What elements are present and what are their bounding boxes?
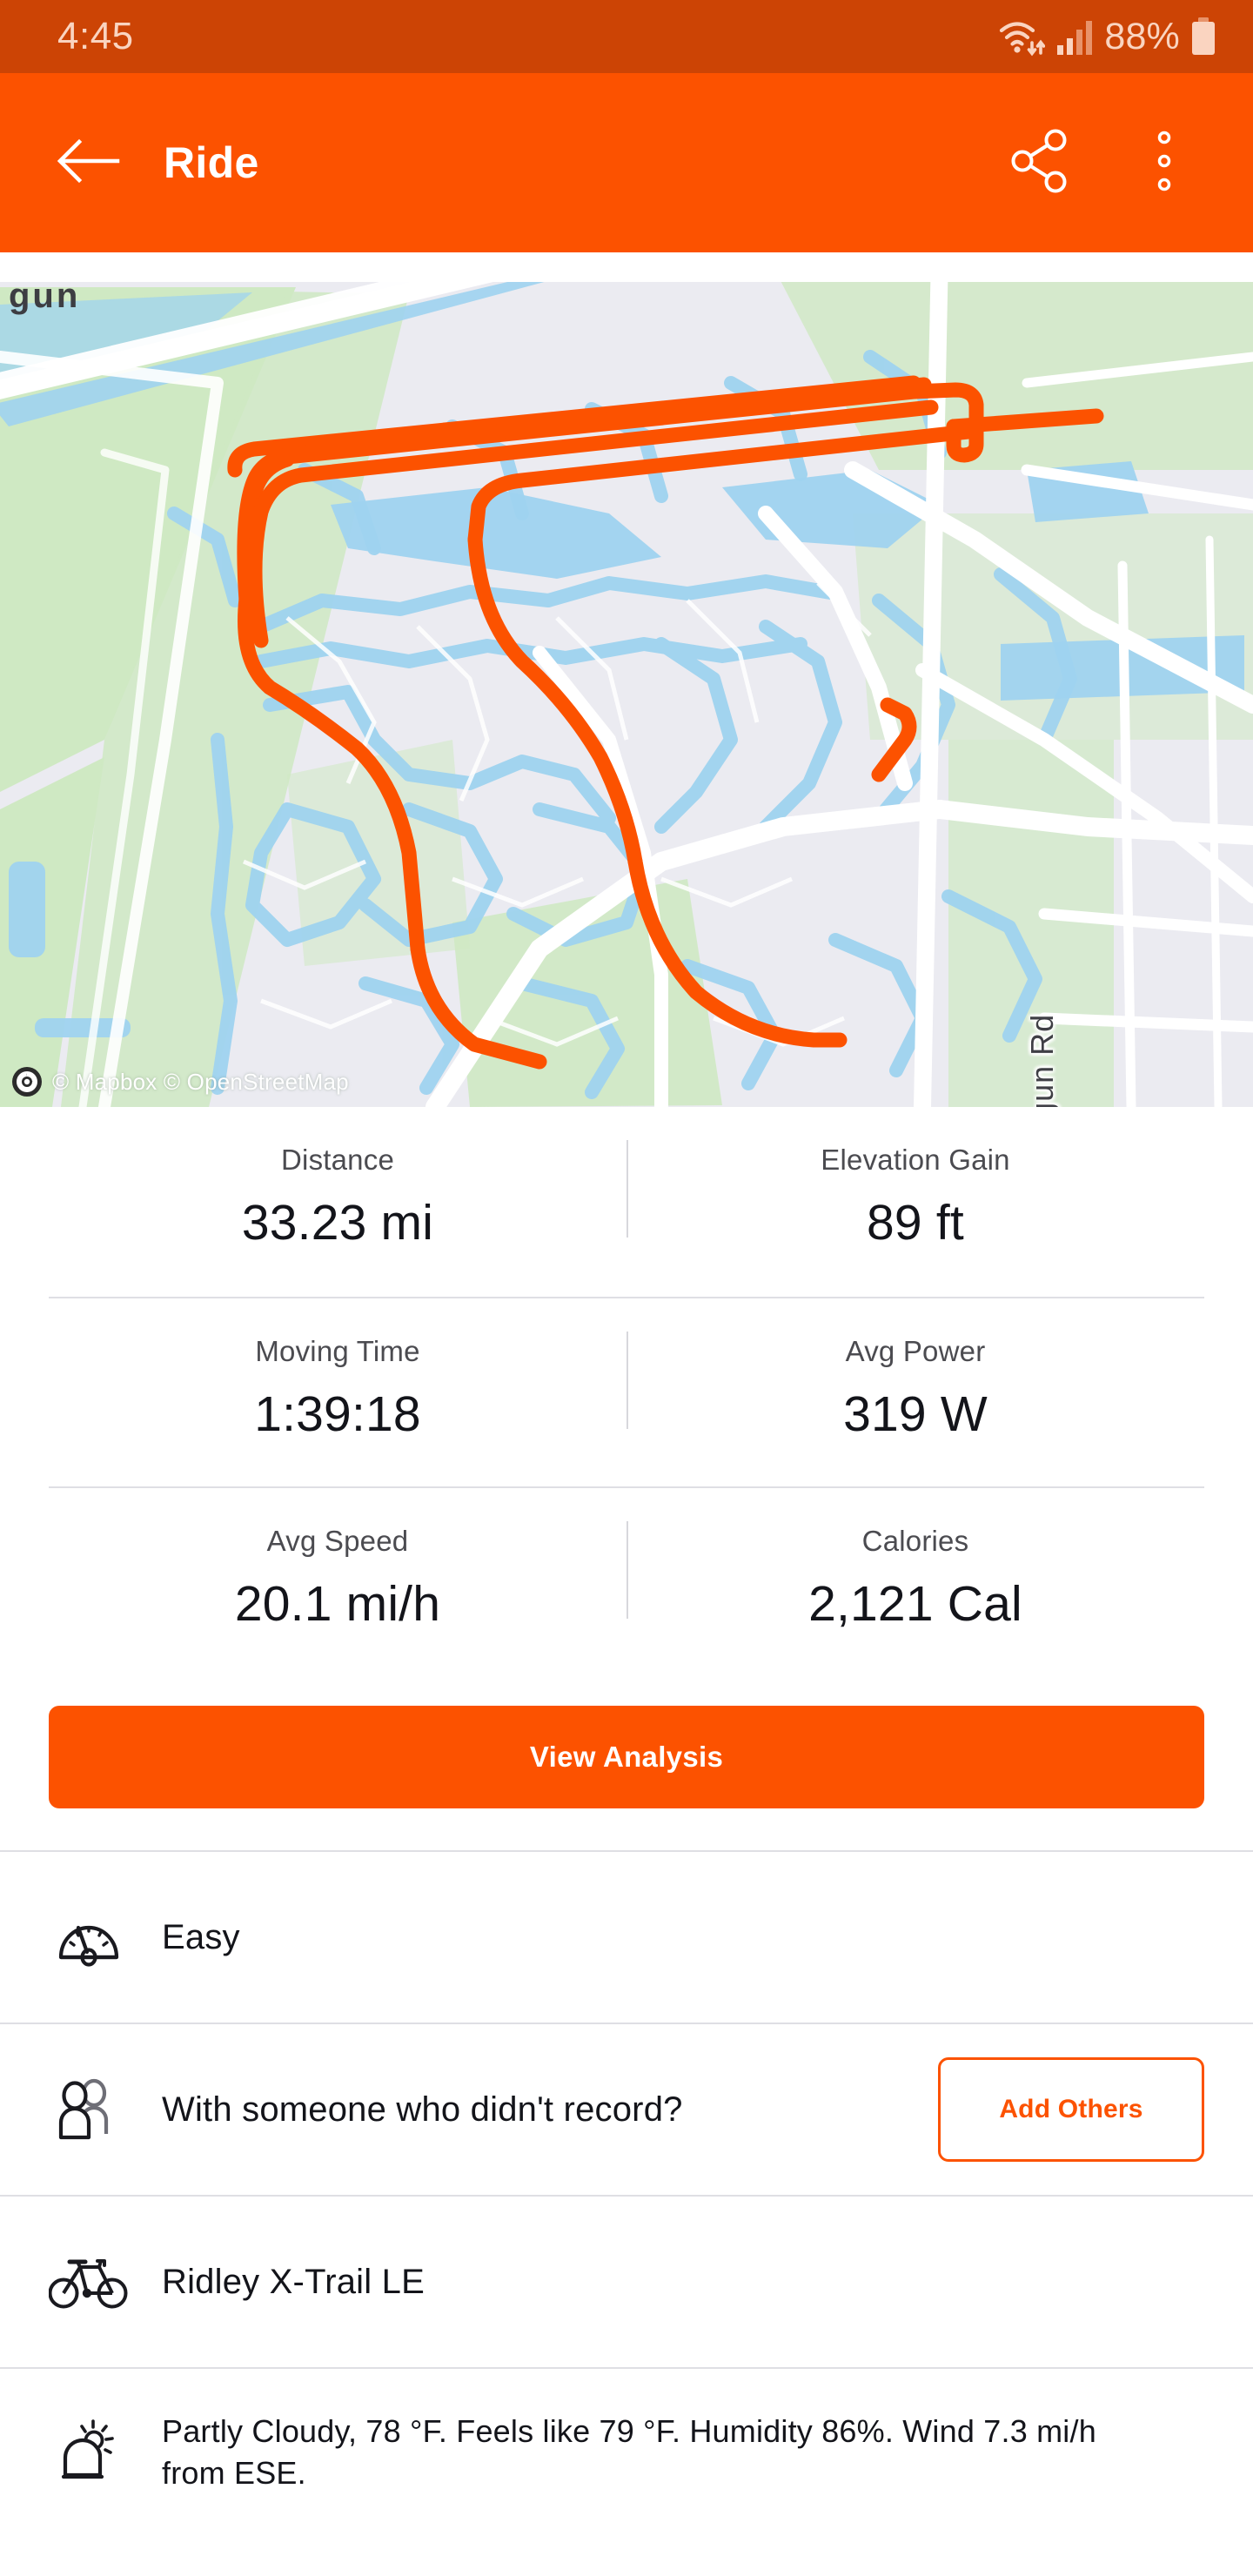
stats-row: Distance 33.23 mi Elevation Gain 89 ft xyxy=(49,1107,1204,1297)
stat-label: Avg Power xyxy=(845,1335,986,1367)
share-button[interactable] xyxy=(1004,126,1077,199)
stats-row: Moving Time 1:39:18 Avg Power 319 W xyxy=(49,1297,1204,1486)
stat-label: Avg Speed xyxy=(266,1525,409,1557)
map-attribution-text: © Mapbox © OpenStreetMap xyxy=(52,1068,349,1095)
stat-label: Distance xyxy=(281,1144,394,1176)
mapbox-logo-icon xyxy=(10,1065,44,1098)
stats-grid: Distance 33.23 mi Elevation Gain 89 ft M… xyxy=(0,1107,1253,1676)
stat-value: 33.23 mi xyxy=(241,1195,434,1251)
route-map[interactable]: gun WESTON S Post ture Blvd Shotgun Rd ©… xyxy=(0,252,1253,1107)
weather-label: Partly Cloudy, 78 °F. Feels like 79 °F. … xyxy=(162,2413,1096,2491)
gauge-icon xyxy=(49,1907,129,1968)
detail-rows: Easy With someone who didn't record? Add… xyxy=(0,1850,1253,2576)
stat-moving-time: Moving Time 1:39:18 xyxy=(49,1298,626,1486)
stat-label: Calories xyxy=(861,1525,969,1557)
ride-detail-screen: 4:45 88% Ride gun Shotgun Rd © Mapbox © … xyxy=(0,0,1253,2576)
more-vertical-icon xyxy=(1156,128,1173,198)
add-others-button[interactable]: Add Others xyxy=(938,2057,1204,2162)
back-button[interactable] xyxy=(47,121,131,205)
battery-percent-label: 88% xyxy=(1104,15,1180,57)
partly-cloudy-icon xyxy=(49,2411,129,2484)
stat-divider xyxy=(626,1521,628,1619)
map-top-mask xyxy=(0,252,1253,282)
cellular-signal-icon xyxy=(1055,17,1094,57)
page-title: Ride xyxy=(164,138,259,187)
battery-icon xyxy=(1190,17,1216,57)
stat-value: 20.1 mi/h xyxy=(234,1576,441,1632)
back-arrow-icon xyxy=(57,137,121,190)
stat-divider xyxy=(626,1140,628,1238)
stat-elevation-gain: Elevation Gain 89 ft xyxy=(626,1107,1204,1297)
stat-value: 1:39:18 xyxy=(254,1386,421,1442)
status-time: 4:45 xyxy=(57,15,134,57)
gear-row[interactable]: Ridley X-Trail LE xyxy=(0,2195,1253,2367)
stats-row: Avg Speed 20.1 mi/h Calories 2,121 Cal xyxy=(49,1486,1204,1676)
wifi-icon xyxy=(998,17,1046,57)
map-attribution[interactable]: © Mapbox © OpenStreetMap xyxy=(10,1065,349,1098)
status-icons: 88% xyxy=(998,16,1216,58)
status-bar: 4:45 88% xyxy=(0,0,1253,73)
bicycle-icon xyxy=(49,2253,129,2311)
stat-value: 89 ft xyxy=(867,1195,964,1251)
app-bar: Ride xyxy=(0,73,1253,252)
perceived-exertion-label: Easy xyxy=(162,1917,240,1956)
view-analysis-container: View Analysis xyxy=(0,1676,1253,1850)
stat-distance: Distance 33.23 mi xyxy=(49,1107,626,1297)
stat-divider xyxy=(626,1332,628,1429)
people-icon xyxy=(49,2078,129,2141)
stat-value: 2,121 Cal xyxy=(808,1576,1022,1632)
stat-label: Elevation Gain xyxy=(821,1144,1010,1176)
more-options-button[interactable] xyxy=(1128,126,1201,199)
add-others-label: With someone who didn't record? xyxy=(162,2090,683,2129)
add-others-row[interactable]: With someone who didn't record? Add Othe… xyxy=(0,2023,1253,2195)
gear-label: Ridley X-Trail LE xyxy=(162,2262,425,2301)
stat-calories: Calories 2,121 Cal xyxy=(626,1488,1204,1676)
perceived-exertion-row[interactable]: Easy xyxy=(0,1850,1253,2023)
stat-value: 319 W xyxy=(843,1386,988,1442)
stat-label: Moving Time xyxy=(255,1335,420,1367)
share-icon xyxy=(1010,128,1071,198)
stat-avg-speed: Avg Speed 20.1 mi/h xyxy=(49,1488,626,1676)
view-analysis-button[interactable]: View Analysis xyxy=(49,1706,1204,1808)
map-canvas xyxy=(0,252,1253,1107)
weather-row[interactable]: Partly Cloudy, 78 °F. Feels like 79 °F. … xyxy=(0,2367,1253,2550)
app-bar-actions xyxy=(1004,126,1201,199)
map-clipped-label: gun xyxy=(9,277,81,315)
stat-avg-power: Avg Power 319 W xyxy=(626,1298,1204,1486)
